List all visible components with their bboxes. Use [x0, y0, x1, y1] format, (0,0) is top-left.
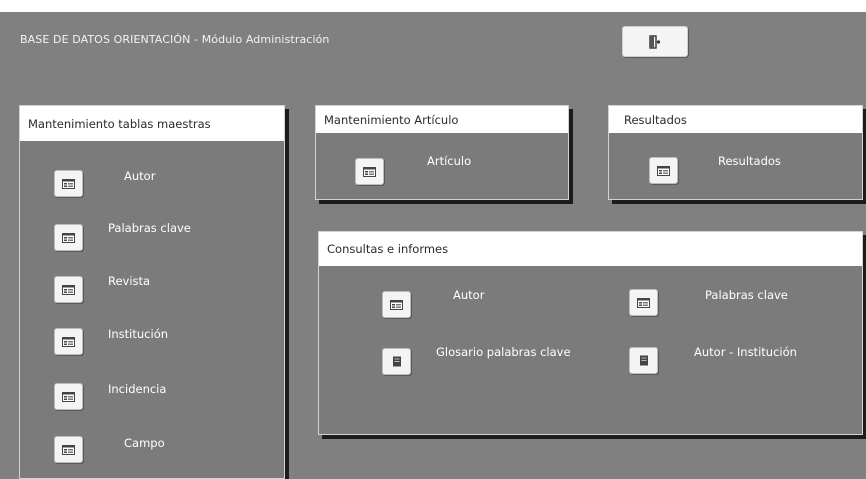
articulo-button[interactable] — [355, 158, 384, 185]
revista-button[interactable] — [54, 276, 83, 303]
palabras-clave-label: Palabras clave — [108, 221, 191, 235]
form-icon — [62, 178, 75, 189]
panel-title-resultados: Resultados — [609, 106, 862, 133]
app-title: BASE DE DATOS ORIENTACIÓN - Módulo Admin… — [20, 33, 330, 46]
form-icon — [363, 166, 376, 177]
panel-consultas-informes: Consultas e informes Autor Palabras clav… — [318, 231, 863, 435]
articulo-label: Artículo — [427, 154, 472, 168]
exit-door-icon — [649, 34, 661, 49]
glosario-button[interactable] — [382, 348, 411, 375]
report-icon — [392, 356, 401, 367]
report-icon — [639, 355, 648, 366]
panel-title-articulo: Mantenimiento Artículo — [316, 106, 568, 133]
resultados-button[interactable] — [649, 157, 678, 184]
form-icon — [657, 165, 670, 176]
form-icon — [62, 284, 75, 295]
institucion-label: Institución — [108, 327, 169, 341]
panel-tablas-maestras: Mantenimiento tablas maestras Autor Pala… — [19, 105, 285, 479]
autor-label: Autor — [124, 169, 156, 183]
incidencia-label: Incidencia — [108, 382, 167, 396]
panel-mantenimiento-articulo: Mantenimiento Artículo Artículo — [315, 105, 569, 200]
resultados-label: Resultados — [718, 154, 781, 168]
campo-button[interactable] — [54, 436, 83, 463]
revista-label: Revista — [108, 274, 151, 288]
form-icon — [637, 297, 650, 308]
form-icon — [62, 336, 75, 347]
form-icon — [390, 299, 403, 310]
consulta-autor-label: Autor — [453, 288, 485, 302]
autor-institucion-button[interactable] — [629, 347, 658, 374]
incidencia-button[interactable] — [54, 383, 83, 410]
exit-button[interactable] — [622, 26, 688, 57]
institucion-button[interactable] — [54, 328, 83, 355]
autor-institucion-label: Autor - Institución — [694, 345, 797, 359]
consulta-palabras-clave-button[interactable] — [629, 289, 658, 316]
panel-title-consultas: Consultas e informes — [319, 232, 862, 266]
palabras-clave-button[interactable] — [54, 224, 83, 251]
campo-label: Campo — [124, 436, 165, 450]
form-icon — [62, 391, 75, 402]
consulta-palabras-clave-label: Palabras clave — [705, 288, 788, 302]
panel-title-tablas-maestras: Mantenimiento tablas maestras — [20, 106, 284, 141]
form-icon — [62, 444, 75, 455]
form-icon — [62, 232, 75, 243]
autor-button[interactable] — [54, 170, 83, 197]
panel-resultados: Resultados Resultados — [608, 105, 863, 200]
top-strip — [0, 0, 866, 12]
glosario-label: Glosario palabras clave — [436, 345, 571, 359]
consulta-autor-button[interactable] — [382, 291, 411, 318]
